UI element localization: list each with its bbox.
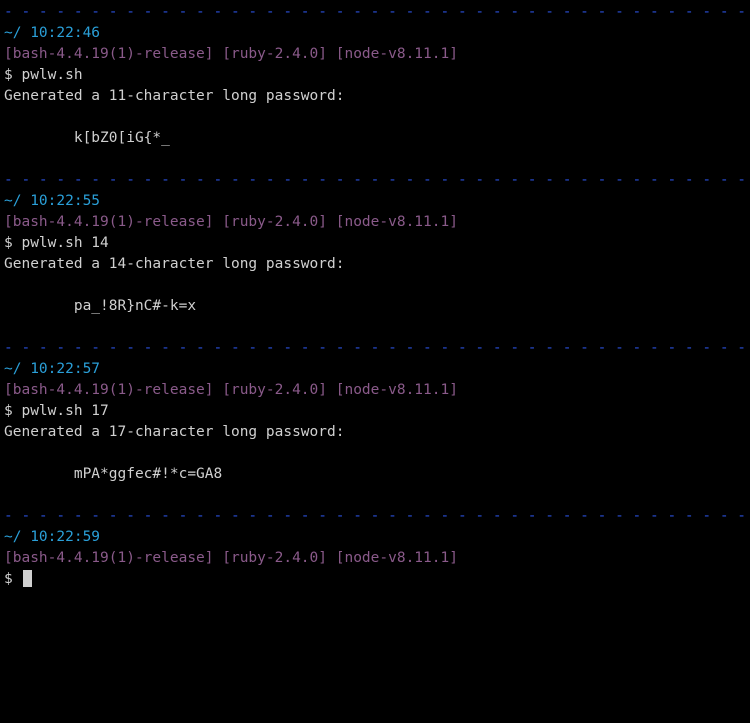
cursor [23, 570, 32, 587]
path-timestamp: ~/ 10:22:46 [4, 23, 746, 44]
blank-line [4, 107, 746, 128]
command-block: ~/ 10:22:57 [bash-4.4.19(1)-release] [ru… [4, 359, 746, 506]
prompt-symbol: $ [4, 571, 21, 587]
env-info: [bash-4.4.19(1)-release] [ruby-2.4.0] [n… [4, 548, 746, 569]
divider: - - - - - - - - - - - - - - - - - - - - … [4, 170, 746, 191]
divider: - - - - - - - - - - - - - - - - - - - - … [4, 506, 746, 527]
env-info: [bash-4.4.19(1)-release] [ruby-2.4.0] [n… [4, 44, 746, 65]
prompt-block: ~/ 10:22:59 [bash-4.4.19(1)-release] [ru… [4, 527, 746, 590]
blank-line [4, 275, 746, 296]
output-text: Generated a 11-character long password: [4, 86, 746, 107]
prompt-line: $ pwlw.sh [4, 65, 746, 86]
env-info: [bash-4.4.19(1)-release] [ruby-2.4.0] [n… [4, 212, 746, 233]
output-text: Generated a 17-character long password: [4, 422, 746, 443]
env-info: [bash-4.4.19(1)-release] [ruby-2.4.0] [n… [4, 380, 746, 401]
path-timestamp: ~/ 10:22:57 [4, 359, 746, 380]
divider: - - - - - - - - - - - - - - - - - - - - … [4, 2, 746, 23]
command-block: ~/ 10:22:46 [bash-4.4.19(1)-release] [ru… [4, 23, 746, 170]
generated-password: k[bZ0[iG{*_ [4, 128, 746, 149]
path-timestamp: ~/ 10:22:55 [4, 191, 746, 212]
prompt-line: $ pwlw.sh 14 [4, 233, 746, 254]
prompt-line[interactable]: $ [4, 569, 746, 590]
command-text: pwlw.sh 14 [21, 235, 108, 251]
terminal-container[interactable]: - - - - - - - - - - - - - - - - - - - - … [4, 2, 746, 590]
command-text: pwlw.sh 17 [21, 403, 108, 419]
blank-line [4, 485, 746, 506]
prompt-symbol: $ [4, 67, 21, 83]
command-block: ~/ 10:22:55 [bash-4.4.19(1)-release] [ru… [4, 191, 746, 338]
path-timestamp: ~/ 10:22:59 [4, 527, 746, 548]
blank-line [4, 443, 746, 464]
blank-line [4, 317, 746, 338]
prompt-symbol: $ [4, 403, 21, 419]
command-text: pwlw.sh [21, 67, 82, 83]
output-text: Generated a 14-character long password: [4, 254, 746, 275]
blank-line [4, 149, 746, 170]
generated-password: mPA*ggfec#!*c=GA8 [4, 464, 746, 485]
prompt-symbol: $ [4, 235, 21, 251]
divider: - - - - - - - - - - - - - - - - - - - - … [4, 338, 746, 359]
prompt-line: $ pwlw.sh 17 [4, 401, 746, 422]
generated-password: pa_!8R}nC#-k=x [4, 296, 746, 317]
